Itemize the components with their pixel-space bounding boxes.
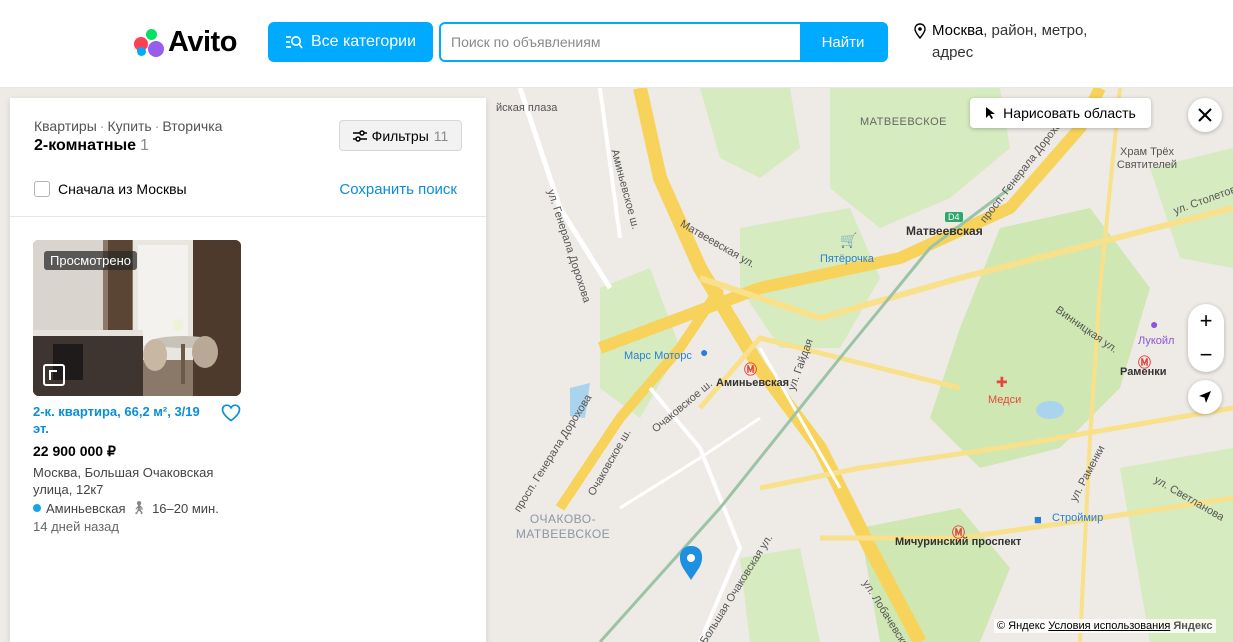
listing-photo[interactable]: Просмотрено (33, 240, 241, 396)
listing-card[interactable]: Просмотрено 2-к. квартира, 66,2 м², 3/19… (33, 240, 241, 534)
map-label-ochakovo: ОЧАКОВО- МАТВЕЕВСКОЕ (515, 512, 611, 541)
terms-link[interactable]: Условия использования (1048, 620, 1170, 632)
shop-icon: ■ (1034, 512, 1042, 527)
filters-icon (352, 129, 367, 142)
breadcrumb-item[interactable]: Вторичка (162, 118, 222, 134)
floor-plan-icon[interactable] (43, 364, 65, 386)
location-city: Москва (932, 22, 984, 39)
plus-icon: + (1199, 308, 1213, 333)
categories-search-icon (285, 36, 303, 49)
metro-station: Аминьевская (46, 500, 126, 516)
poi-pyaterochka[interactable]: Пятёрочка (820, 253, 874, 265)
poi-mars-motors[interactable]: Марс Моторс (624, 350, 692, 362)
close-map-button[interactable] (1188, 98, 1222, 132)
draw-area-label: Нарисовать область (1003, 105, 1136, 121)
save-search-link[interactable]: Сохранить поиск (339, 181, 457, 198)
zoom-out-button[interactable]: − (1188, 338, 1224, 372)
listing-posted: 14 дней назад (33, 519, 119, 534)
navigation-arrow-icon (1199, 391, 1211, 403)
listing-price: 22 900 000 ₽ (33, 443, 116, 459)
moscow-first-option[interactable]: Сначала из Москвы (34, 181, 187, 197)
zoom-control: + − (1188, 304, 1224, 372)
location-pin-icon (914, 23, 926, 39)
draw-area-button[interactable]: Нарисовать область (970, 98, 1151, 128)
poi-medsi[interactable]: Медси (988, 394, 1021, 406)
breadcrumb-item[interactable]: Квартиры (34, 118, 97, 134)
poi-stroimir[interactable]: Строймир (1052, 512, 1103, 524)
moscow-first-checkbox[interactable] (34, 181, 50, 197)
results-count: 1 (140, 137, 149, 154)
avito-logo[interactable]: Avito (134, 26, 237, 59)
moscow-first-label: Сначала из Москвы (58, 181, 187, 197)
filters-label: Фильтры (371, 127, 429, 144)
header: Avito Все категории Найти Москва, район,… (0, 0, 1233, 88)
search-button[interactable]: Найти (800, 24, 886, 60)
medical-icon: ✚ (996, 374, 1008, 390)
page-title-text: 2-комнатные (34, 137, 137, 154)
viewed-badge: Просмотрено (44, 251, 138, 270)
metro-line-dot-icon (33, 504, 41, 512)
breadcrumb-item[interactable]: Купить (107, 118, 151, 134)
cursor-pointer-icon (986, 107, 996, 119)
logo-text: Avito (168, 26, 237, 58)
all-categories-button[interactable]: Все категории (268, 22, 433, 62)
metro-m-icon: Ⓜ (1138, 355, 1152, 370)
listing-address: Москва, Большая Очаковская улица, 12к7 (33, 465, 214, 497)
all-categories-label: Все категории (310, 33, 417, 50)
listing-metro: Аминьевская 🚶︎ 16–20 мин. (33, 500, 241, 516)
breadcrumb: Квартиры · Купить · Вторичка (34, 118, 223, 134)
results-panel: Квартиры · Купить · Вторичка 2-комнатные 1 Фи… (10, 98, 486, 642)
minus-icon: − (1199, 342, 1213, 367)
poi-lukoil[interactable]: Лукойл (1138, 335, 1174, 347)
car-service-icon: ● (700, 344, 709, 360)
location-selector[interactable]: Москва, район, метро, адрес (914, 20, 1104, 64)
search-bar: Найти (439, 22, 888, 62)
station-matveevskaya[interactable]: Матвеевская (906, 224, 983, 238)
yandex-logo: Яндекс (1173, 620, 1213, 632)
walk-icon: 🚶︎ (130, 500, 148, 515)
metro-m-icon: Ⓜ (952, 525, 966, 540)
map-copyright: © Яндекс Условия использования Яндекс (994, 619, 1216, 633)
filters-count: 11 (433, 127, 449, 144)
search-input[interactable] (441, 24, 800, 60)
fuel-icon: ● (1150, 316, 1159, 332)
logo-dots-icon (134, 28, 164, 57)
map-label-hram: Храм Трёх Святителей (1116, 146, 1178, 171)
geolocation-button[interactable] (1188, 380, 1222, 414)
shop-icon: 🛒 (840, 232, 858, 248)
copyright-text: © Яндекс (997, 620, 1046, 632)
close-icon (1198, 108, 1212, 122)
filters-button[interactable]: Фильтры 11 (339, 120, 462, 151)
map-label-plaza: йская плаза (496, 102, 558, 114)
page-title: 2-комнатные 1 (34, 137, 149, 155)
listing-title[interactable]: 2-к. квартира, 66,2 м², 3/19 эт. (33, 403, 208, 437)
station-aminevskaya[interactable]: Аминьевская (716, 377, 789, 389)
metro-m-icon: Ⓜ (744, 362, 758, 377)
divider (10, 216, 486, 217)
favorite-heart-icon[interactable] (221, 404, 241, 422)
zoom-in-button[interactable]: + (1188, 304, 1224, 338)
walk-time: 16–20 мин. (152, 500, 219, 516)
d4-badge: D4 (945, 212, 963, 222)
map-label-matveevskoe: МАТВЕЕВСКОЕ (860, 116, 947, 128)
